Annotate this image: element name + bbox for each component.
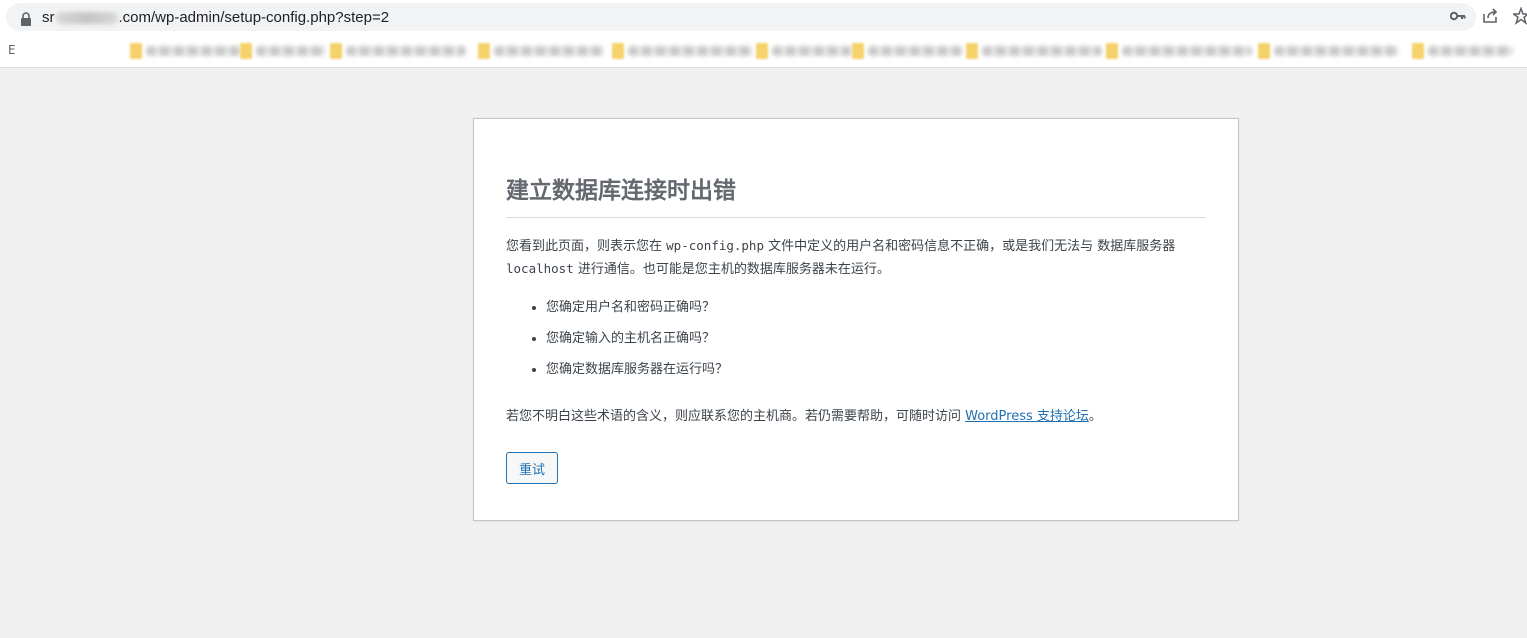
url-redacted — [55, 12, 118, 25]
checklist-item: 您确定数据库服务器在运行吗？ — [546, 359, 728, 390]
bookmark-redacted — [772, 46, 852, 56]
checklist: 您确定用户名和密码正确吗？ 您确定输入的主机名正确吗？ 您确定数据库服务器在运行… — [546, 297, 728, 390]
checklist-item: 您确定输入的主机名正确吗？ — [546, 328, 728, 359]
help-paragraph: 若您不明白这些术语的含义，则应联系您的主机商。若仍需要帮助，可随时访问 Word… — [506, 406, 1208, 428]
help-text: 若您不明白这些术语的含义，则应联系您的主机商。若仍需要帮助，可随时访问 — [506, 409, 966, 424]
folder-icon — [330, 43, 342, 59]
retry-button[interactable]: 重试 — [506, 452, 558, 484]
bookmark-redacted — [1274, 46, 1399, 56]
url-field[interactable]: sr .com/wp-admin/setup-config.php?step=2 — [6, 3, 1476, 31]
support-forum-link[interactable]: WordPress 支持论坛 — [965, 409, 1089, 424]
folder-icon — [852, 43, 864, 59]
url-suffix: .com/wp-admin/setup-config.php?step=2 — [118, 9, 390, 26]
folder-icon — [478, 43, 490, 59]
folder-icon — [240, 43, 252, 59]
folder-icon — [612, 43, 624, 59]
url-prefix: sr — [42, 9, 55, 26]
bookmark-first-label[interactable]: E — [8, 43, 16, 57]
setup-error-card: 建立数据库连接时出错 您看到此页面，则表示您在 wp-config.php 文件… — [473, 118, 1239, 521]
share-icon[interactable] — [1482, 8, 1498, 24]
intro-text-2: 文件中定义的用户名和密码信息不正确，或是我们无法与 数据库服务器 — [763, 239, 1176, 254]
page-title: 建立数据库连接时出错 — [506, 171, 1206, 218]
bookmark-redacted — [628, 46, 753, 56]
folder-icon — [1412, 43, 1424, 59]
bookmark-redacted — [494, 46, 604, 56]
folder-icon — [1258, 43, 1270, 59]
bookmark-redacted — [256, 46, 326, 56]
bookmark-redacted — [1122, 46, 1252, 56]
url-text[interactable]: sr .com/wp-admin/setup-config.php?step=2 — [42, 9, 389, 26]
browser-address-bar: sr .com/wp-admin/setup-config.php?step=2 — [0, 0, 1527, 34]
intro-text-1: 您看到此页面，则表示您在 — [506, 239, 667, 254]
intro-text-3: 进行通信。也可能是您主机的数据库服务器未在运行。 — [573, 262, 890, 277]
config-filename: wp-config.php — [666, 238, 764, 253]
lock-icon[interactable] — [20, 12, 32, 26]
bookmark-redacted — [982, 46, 1102, 56]
intro-paragraph: 您看到此页面，则表示您在 wp-config.php 文件中定义的用户名和密码信… — [506, 235, 1208, 281]
bookmark-star-icon[interactable] — [1513, 7, 1527, 25]
folder-icon — [130, 43, 142, 59]
key-icon[interactable] — [1450, 10, 1466, 22]
bookmark-redacted — [346, 46, 466, 56]
bookmark-redacted — [868, 46, 963, 56]
checklist-item: 您确定用户名和密码正确吗？ — [546, 297, 728, 328]
bookmarks-bar: E — [0, 34, 1527, 68]
db-host: localhost — [506, 261, 574, 276]
bookmark-redacted — [1428, 46, 1513, 56]
folder-icon — [756, 43, 768, 59]
folder-icon — [966, 43, 978, 59]
folder-icon — [1106, 43, 1118, 59]
help-end: 。 — [1088, 409, 1102, 424]
bookmark-redacted — [146, 46, 241, 56]
